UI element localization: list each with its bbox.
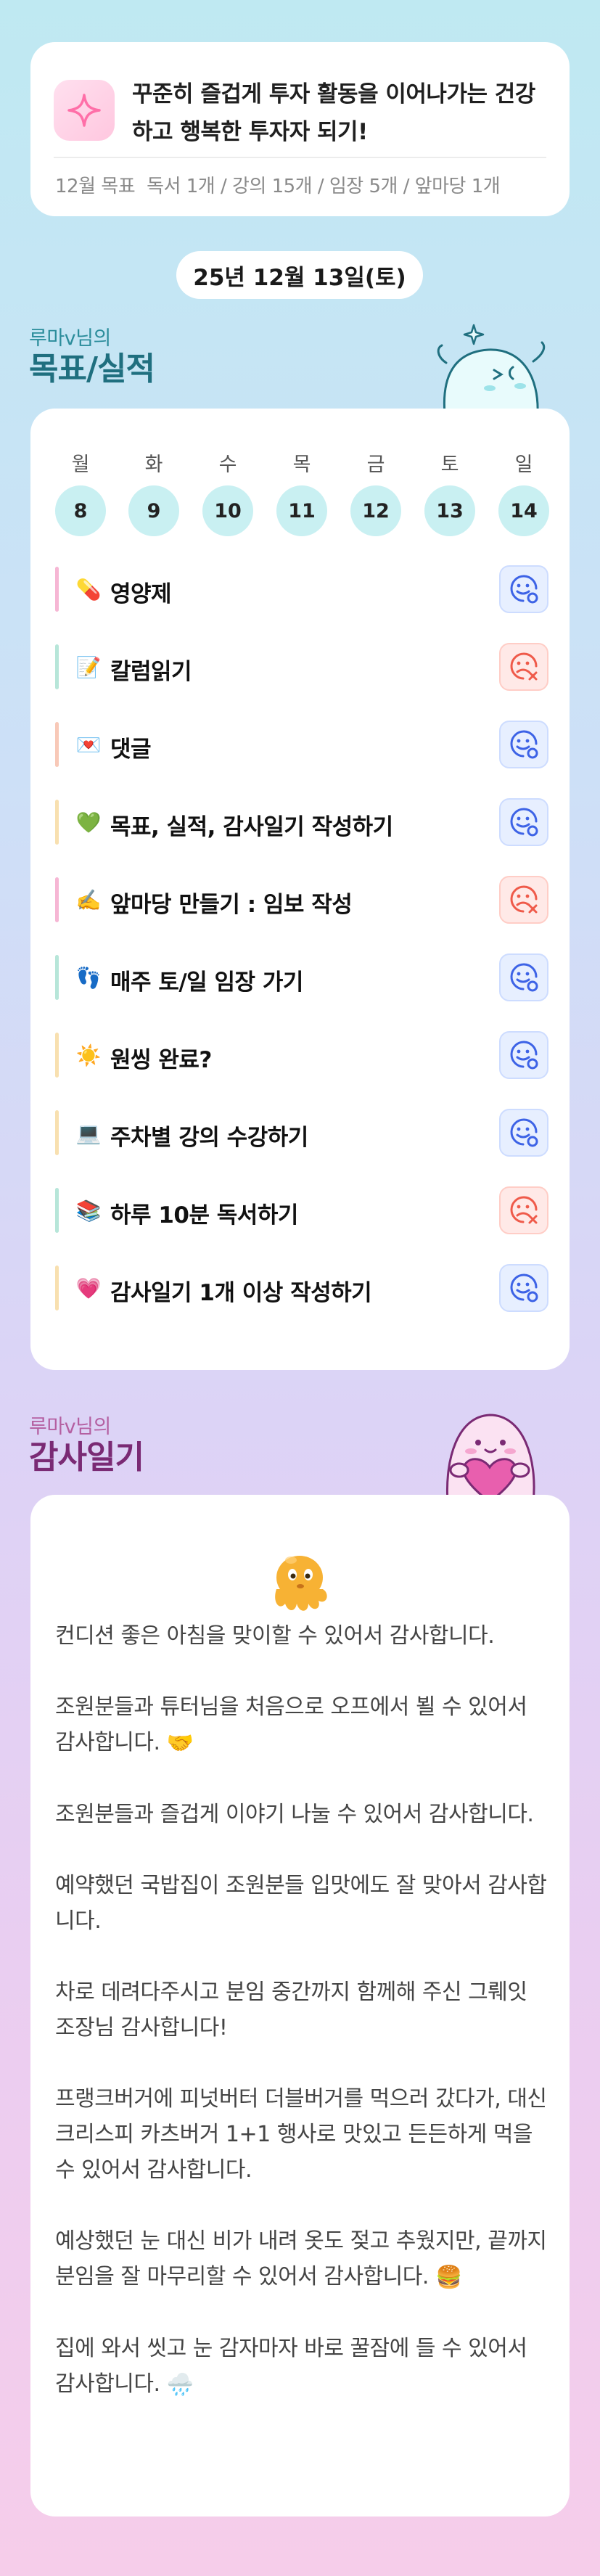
day-number[interactable]: 14: [498, 485, 549, 536]
task-label: 목표, 실적, 감사일기 작성하기: [110, 814, 393, 840]
task-row[interactable]: 👣 매주 토/일 임장 가기: [55, 952, 548, 1003]
day-number[interactable]: 11: [276, 485, 327, 536]
task-label: 매주 토/일 임장 가기: [110, 969, 303, 996]
task-label: 원씽 완료?: [110, 1047, 212, 1073]
task-row[interactable]: 💗 감사일기 1개 이상 작성하기: [55, 1263, 548, 1313]
status-missed-icon[interactable]: [499, 876, 548, 924]
weekday-label: 금: [366, 454, 385, 476]
task-accent-bar: [55, 800, 59, 845]
mascot-heart-icon: [445, 1414, 535, 1502]
task-emoji-icon: 📝: [75, 655, 102, 679]
task-accent-bar: [55, 567, 59, 612]
task-accent-bar: [55, 1266, 59, 1310]
task-row[interactable]: ✍️ 앞마당 만들기 : 임보 작성: [55, 874, 548, 925]
status-done-icon[interactable]: [499, 565, 548, 613]
task-label: 칼럼읽기: [110, 659, 192, 685]
task-emoji-icon: ✍️: [75, 887, 102, 912]
status-done-icon[interactable]: [499, 1109, 548, 1157]
task-accent-bar: [55, 1110, 59, 1155]
gratitude-item: 차로 데려다주시고 분임 중간까지 함께해 주신 그뤠잇 조장님 감사합니다!: [55, 1974, 548, 2046]
gratitude-text: 컨디션 좋은 아침을 맞이할 수 있어서 감사합니다.: [55, 1623, 495, 1649]
task-row[interactable]: 💚 목표, 실적, 감사일기 작성하기: [55, 797, 548, 848]
goal-text: 꾸준히 즐겁게 투자 활동을 이어나가는 건강하고 행복한 투자자 되기!: [132, 81, 535, 145]
task-row[interactable]: 💻 주차별 강의 수강하기: [55, 1107, 548, 1158]
gratitude-list: 컨디션 좋은 아침을 맞이할 수 있어서 감사합니다. 조원분들과 튜터님을 처음…: [55, 1618, 548, 2438]
weekday-label: 수: [218, 454, 237, 476]
gratitude-emoji-icon: 🍔: [435, 2265, 462, 2290]
task-accent-bar: [55, 644, 59, 689]
status-done-icon[interactable]: [499, 1031, 548, 1079]
achievement-card: 월 8 화 9 수 10 목 11 금 12 토 13 일 14 💊 영양제 📝 칼럼읽기 💌 댓글 💚 목표, 실적,…: [30, 409, 570, 1370]
gratitude-emoji-icon: 🤝: [166, 1731, 194, 1756]
octopus-emoji-icon: [275, 1556, 327, 1611]
task-row[interactable]: ☀️ 원씽 완료?: [55, 1030, 548, 1080]
day-number[interactable]: 13: [424, 485, 475, 536]
mascot-ghost-icon: [437, 324, 546, 414]
day-number[interactable]: 9: [128, 485, 179, 536]
gratitude-text: 예약했던 국밥집이 조원분들 입맛에도 잘 맞아서 감사합니다.: [55, 1873, 547, 1934]
status-done-icon[interactable]: [499, 798, 548, 846]
task-emoji-icon: 👣: [75, 965, 102, 990]
date-pill: 25년 12월 13일(토): [176, 251, 423, 299]
day-number[interactable]: 8: [55, 485, 106, 536]
task-label: 댓글: [110, 737, 152, 763]
status-done-icon[interactable]: [499, 1264, 548, 1312]
task-emoji-icon: 💗: [75, 1276, 102, 1300]
task-label: 하루 10분 독서하기: [110, 1202, 298, 1228]
gratitude-text: 집에 와서 씻고 눈 감자마자 바로 꿀잠에 들 수 있어서 감사합니다.: [55, 2336, 527, 2397]
weekday-label: 화: [144, 454, 163, 476]
gratitude-title: 감사일기: [29, 1439, 144, 1476]
sparkle-icon: [54, 80, 115, 141]
task-label: 앞마당 만들기 : 임보 작성: [110, 892, 353, 918]
goal-card: 꾸준히 즐겁게 투자 활동을 이어나가는 건강하고 행복한 투자자 되기! 12…: [30, 42, 570, 216]
gratitude-item: 조원분들과 튜터님을 처음으로 오프에서 뵐 수 있어서 감사합니다. 🤝: [55, 1689, 548, 1761]
achievements-title: 목표/실적: [29, 350, 155, 387]
task-emoji-icon: 💊: [75, 577, 102, 602]
gratitude-text: 조원분들과 즐겁게 이야기 나눌 수 있어서 감사합니다.: [55, 1802, 534, 1827]
gratitude-item: 예상했던 눈 대신 비가 내려 옷도 젖고 추웠지만, 끝까지 분임을 잘 마무…: [55, 2223, 548, 2295]
gratitude-text: 예상했던 눈 대신 비가 내려 옷도 젖고 추웠지만, 끝까지 분임을 잘 마무…: [55, 2228, 547, 2289]
weekday-label: 목: [292, 454, 311, 476]
task-emoji-icon: 💚: [75, 810, 102, 834]
task-row[interactable]: 📝 칼럼읽기: [55, 641, 548, 692]
task-label: 영양제: [110, 581, 172, 607]
gratitude-item: 컨디션 좋은 아침을 맞이할 수 있어서 감사합니다.: [55, 1618, 548, 1654]
status-done-icon[interactable]: [499, 721, 548, 768]
gratitude-item: 프랭크버거에 피넛버터 더블버거를 먹으러 갔다가, 대신 크리스피 카츠버거 …: [55, 2081, 548, 2188]
gratitude-text: 차로 데려다주시고 분임 중간까지 함께해 주신 그뤠잇 조장님 감사합니다!: [55, 1980, 527, 2040]
gratitude-emoji-icon: 🌧️: [166, 2372, 194, 2397]
weekday-label: 일: [514, 454, 533, 476]
task-row[interactable]: 💊 영양제: [55, 564, 548, 615]
gratitude-item: 예약했던 국밥집이 조원분들 입맛에도 잘 맞아서 감사합니다.: [55, 1868, 548, 1939]
task-label: 주차별 강의 수강하기: [110, 1125, 308, 1151]
task-accent-bar: [55, 1188, 59, 1233]
task-accent-bar: [55, 722, 59, 767]
monthly-goal: 12월 목표 독서 1개 / 강의 15개 / 임장 5개 / 앞마당 1개: [55, 171, 555, 198]
day-number[interactable]: 12: [350, 485, 401, 536]
divider: [54, 157, 546, 158]
day-number[interactable]: 10: [202, 485, 253, 536]
task-accent-bar: [55, 1033, 59, 1078]
task-accent-bar: [55, 955, 59, 1000]
task-emoji-icon: ☀️: [75, 1043, 102, 1067]
gratitude-text: 조원분들과 튜터님을 처음으로 오프에서 뵐 수 있어서 감사합니다.: [55, 1694, 527, 1755]
gratitude-text: 프랭크버거에 피넛버터 더블버거를 먹으러 갔다가, 대신 크리스피 카츠버거 …: [55, 2086, 547, 2183]
status-done-icon[interactable]: [499, 953, 548, 1001]
task-row[interactable]: 📚 하루 10분 독서하기: [55, 1185, 548, 1236]
task-emoji-icon: 📚: [75, 1198, 102, 1223]
gratitude-card: 컨디션 좋은 아침을 맞이할 수 있어서 감사합니다. 조원분들과 튜터님을 처음…: [30, 1495, 570, 2516]
task-emoji-icon: 💻: [75, 1120, 102, 1145]
task-row[interactable]: 💌 댓글: [55, 719, 548, 770]
monthly-goal-label: 12월 목표: [55, 176, 136, 197]
task-accent-bar: [55, 877, 59, 922]
gratitude-item: 집에 와서 씻고 눈 감자마자 바로 꿀잠에 들 수 있어서 감사합니다. 🌧️: [55, 2331, 548, 2403]
weekday-label: 토: [440, 454, 459, 476]
gratitude-item: 조원분들과 즐겁게 이야기 나눌 수 있어서 감사합니다.: [55, 1797, 548, 1832]
status-missed-icon[interactable]: [499, 643, 548, 691]
task-label: 감사일기 1개 이상 작성하기: [110, 1280, 372, 1306]
weekday-label: 월: [71, 454, 90, 476]
task-emoji-icon: 💌: [75, 732, 102, 757]
monthly-goal-items: 독서 1개 / 강의 15개 / 임장 5개 / 앞마당 1개: [147, 176, 501, 197]
status-missed-icon[interactable]: [499, 1186, 548, 1234]
